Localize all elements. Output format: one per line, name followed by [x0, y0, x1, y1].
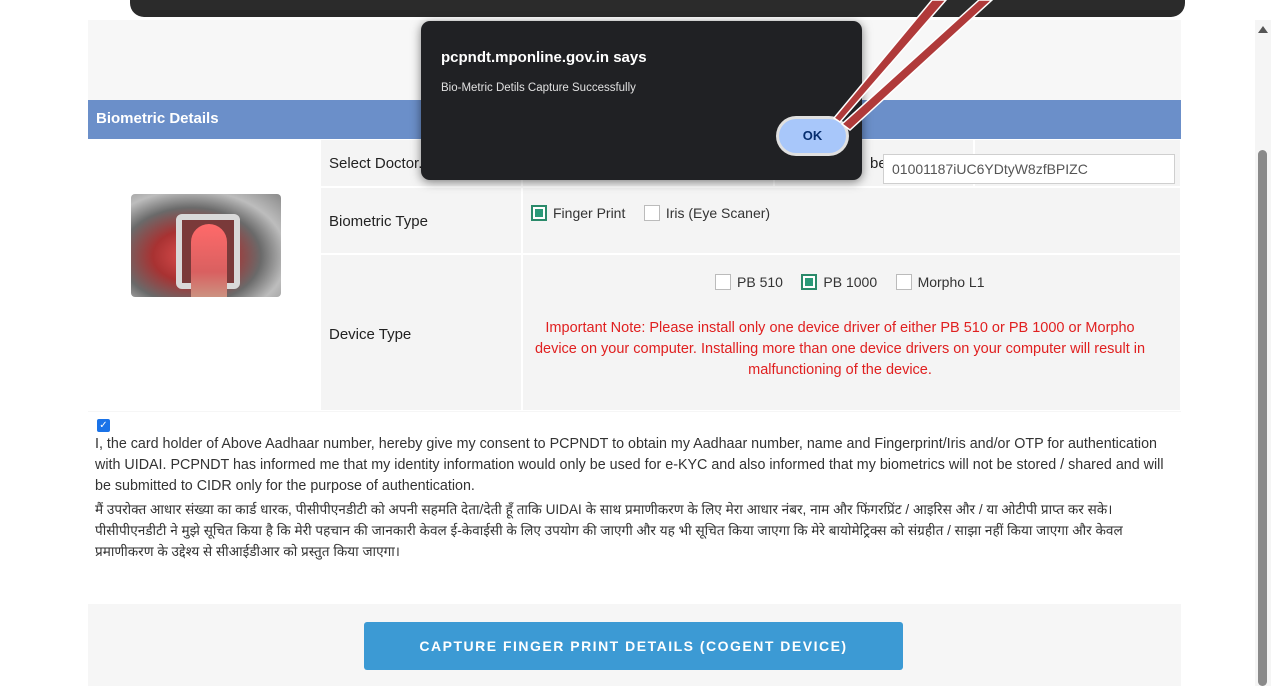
- annotation-arrow-icon: [832, 0, 994, 131]
